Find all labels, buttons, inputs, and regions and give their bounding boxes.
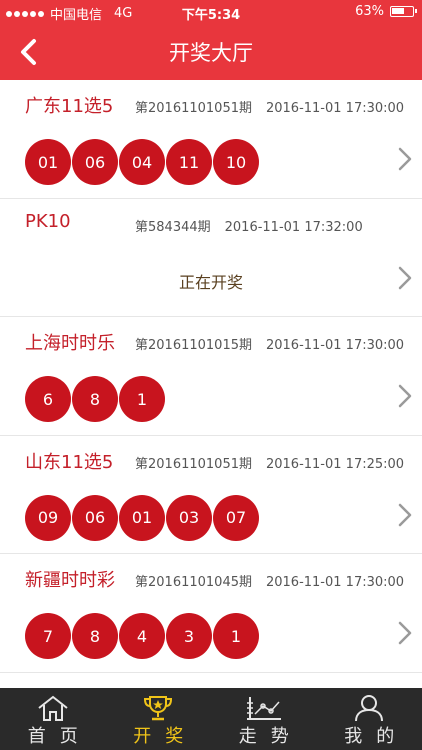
- lottery-name: 上海时时乐: [25, 333, 115, 354]
- nav-bar: 开奖大厅: [0, 24, 422, 80]
- lottery-row[interactable]: 山东11选5 第20161101051期 2016-11-01 17:25:00 09…: [0, 435, 422, 554]
- chevron-right-icon: [398, 147, 412, 171]
- tab-home[interactable]: 首页: [0, 688, 106, 750]
- trophy-icon: [144, 696, 173, 721]
- lottery-name: 新疆时时彩: [25, 570, 115, 591]
- trend-chart-icon: [246, 697, 281, 720]
- draw-info: 第20161101051期 2016-11-01 17:30:00: [135, 97, 404, 116]
- chevron-right-icon: [398, 503, 412, 526]
- tab-label: 开奖: [133, 726, 198, 747]
- tab-label: 走势: [238, 726, 303, 747]
- tab-bar: 首页 开奖 走势 我的: [0, 688, 422, 750]
- winning-numbers: 01 06 04 11 10: [25, 139, 259, 185]
- draw-info: 第20161101051期 2016-11-01 17:25:00: [135, 453, 404, 472]
- winning-numbers: 681: [25, 376, 165, 422]
- number-ball: 7: [25, 613, 71, 659]
- tab-mine[interactable]: 我的: [317, 688, 422, 750]
- number-ball: 4: [119, 613, 165, 659]
- winning-numbers: 78431: [25, 613, 259, 659]
- status-bar: 中国电信 4G 下午5:34 63%: [0, 0, 422, 24]
- number-ball: 01: [25, 139, 71, 185]
- number-ball: 03: [166, 494, 212, 541]
- lottery-name: 山东11选5: [25, 451, 114, 473]
- number-ball: 8: [72, 613, 118, 659]
- number-ball: 1: [119, 376, 165, 422]
- battery-percent: 63%: [355, 4, 384, 19]
- tab-label: 我的: [344, 726, 409, 747]
- number-ball: 8: [72, 376, 118, 422]
- tab-label: 首页: [27, 726, 92, 747]
- draw-time: 2016-11-01 17:30:00: [265, 338, 405, 353]
- tab-lottery-results[interactable]: 开奖: [106, 688, 212, 750]
- number-ball: 11: [166, 139, 212, 185]
- chevron-right-icon: [398, 384, 412, 408]
- lottery-row[interactable]: 新疆时时彩 第20161101045期 2016-11-01 17:30:00 7 8 4…: [0, 554, 422, 673]
- number-ball: 04: [119, 139, 165, 185]
- draw-time: 2016-11-01 17:32:00: [224, 219, 363, 235]
- number-ball: 6: [25, 376, 71, 422]
- number-ball: 10: [213, 139, 259, 185]
- draw-info: 第584344期 2016-11-01 17:32:00: [135, 216, 363, 235]
- number-ball: 1: [213, 613, 259, 659]
- number-ball: 06: [72, 139, 118, 185]
- lottery-name: PK10: [25, 210, 71, 232]
- lottery-row[interactable]: 上海时时乐 第20161101015期 2016-11-01 17:30:00 6 8 1: [0, 317, 422, 436]
- drawing-status: 正在开奖: [178, 272, 243, 292]
- tab-trend[interactable]: 走势: [211, 688, 317, 750]
- draw-time: 2016-11-01 17:30:00: [265, 101, 405, 116]
- lottery-name: 广东11选5: [25, 96, 114, 117]
- lottery-list: 广东11选5 第20161101051期 2016-11-01 17:30:00 01…: [0, 80, 422, 688]
- draw-issue: 第20161101015期: [135, 338, 252, 353]
- draw-issue: 第20161101051期: [135, 456, 252, 472]
- chevron-right-icon: [398, 266, 412, 289]
- number-ball: 09: [25, 494, 71, 541]
- chevron-right-icon: [398, 621, 412, 645]
- draw-issue: 第584344期: [135, 219, 211, 235]
- lottery-row[interactable]: 广东11选5 第20161101051期 2016-11-01 17:30:00 01…: [0, 80, 422, 199]
- battery-icon: [390, 6, 417, 17]
- draw-time: 2016-11-01 17:25:00: [265, 456, 405, 472]
- winning-numbers: 09 06 01 03 07: [25, 494, 259, 541]
- draw-issue: 第20161101051期: [135, 101, 252, 116]
- draw-info: 第20161101045期 2016-11-01 17:30:00: [135, 571, 404, 590]
- number-ball: 3: [166, 613, 212, 659]
- draw-time: 2016-11-01 17:30:00: [265, 575, 405, 590]
- number-ball: 01: [119, 494, 165, 541]
- number-ball: 07: [213, 494, 259, 541]
- draw-issue: 第20161101045期: [135, 575, 252, 590]
- lottery-row[interactable]: PK10 第584344期 2016-11-01 17:32:00 正在开奖: [0, 198, 422, 317]
- draw-info: 第20161101015期 2016-11-01 17:30:00: [135, 334, 404, 353]
- number-ball: 06: [72, 494, 118, 541]
- header: 中国电信 4G 下午5:34 63% 开奖大厅: [0, 0, 422, 80]
- user-icon: [355, 695, 384, 722]
- page-title: 开奖大厅: [169, 41, 253, 65]
- home-icon: [38, 695, 68, 721]
